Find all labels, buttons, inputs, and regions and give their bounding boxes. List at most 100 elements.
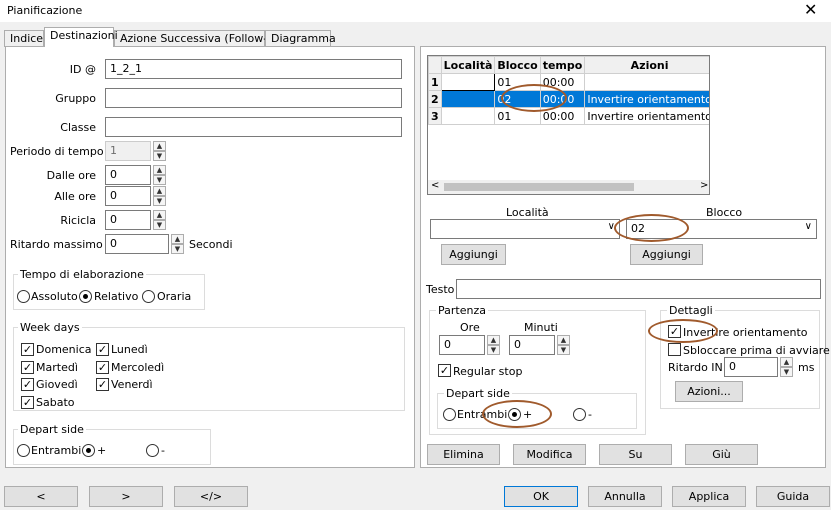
alle-input[interactable]: 0 xyxy=(105,186,151,206)
table-row[interactable]: 3 01 00:00 Invertire orientamento xyxy=(428,107,709,125)
cell-tempo[interactable]: 00:00 xyxy=(539,107,586,125)
ritardo-spinner[interactable]: ▲ ▼ xyxy=(171,234,184,254)
col-localita[interactable]: Località xyxy=(440,56,496,74)
row-header[interactable]: 1 xyxy=(428,73,442,91)
next-button[interactable]: > xyxy=(89,486,163,507)
elimina-button[interactable]: Elimina xyxy=(427,444,500,465)
alle-spinner[interactable]: ▲ ▼ xyxy=(153,186,166,206)
cell-blocco[interactable]: 02 xyxy=(494,90,541,108)
spin-up-icon[interactable]: ▲ xyxy=(557,335,570,345)
checkbox-sbloccare[interactable] xyxy=(668,343,681,356)
modifica-button[interactable]: Modifica xyxy=(513,444,586,465)
row-header[interactable]: 3 xyxy=(428,107,442,125)
radio-entrambi-right[interactable] xyxy=(443,408,456,421)
spin-down-icon[interactable]: ▼ xyxy=(153,220,166,230)
scroll-left-icon[interactable]: < xyxy=(431,180,439,191)
spin-down-icon[interactable]: ▼ xyxy=(153,175,166,185)
azioni-button[interactable]: Azioni... xyxy=(675,381,743,402)
col-tempo[interactable]: tempo xyxy=(539,56,586,74)
checkbox-giovedi[interactable]: ✓ xyxy=(21,378,34,391)
col-blocco[interactable]: Blocco xyxy=(494,56,541,74)
applica-button[interactable]: Applica xyxy=(672,486,746,507)
ricicla-spinner[interactable]: ▲ ▼ xyxy=(153,210,166,230)
cell-localita[interactable] xyxy=(440,107,496,125)
horizontal-scrollbar[interactable]: < > xyxy=(428,180,709,194)
spin-down-icon[interactable]: ▼ xyxy=(557,345,570,355)
row-header[interactable]: 2 xyxy=(428,90,442,108)
spin-up-icon[interactable]: ▲ xyxy=(780,357,793,367)
radio-plus-left[interactable] xyxy=(82,444,95,457)
checkbox-invertire[interactable]: ✓ xyxy=(668,325,681,338)
spin-up-icon[interactable]: ▲ xyxy=(171,234,184,244)
checkbox-martedi[interactable]: ✓ xyxy=(21,361,34,374)
classe-input[interactable] xyxy=(105,117,402,137)
cell-localita[interactable] xyxy=(440,90,496,108)
aggiungi-localita-button[interactable]: Aggiungi xyxy=(441,244,506,265)
checkbox-domenica[interactable]: ✓ xyxy=(21,343,34,356)
radio-minus-right[interactable] xyxy=(573,408,586,421)
blocco-combo[interactable]: 02 ∨ xyxy=(626,219,817,239)
spin-down-icon[interactable]: ▼ xyxy=(487,345,500,355)
aggiungi-blocco-button[interactable]: Aggiungi xyxy=(630,244,703,265)
guida-button[interactable]: Guida xyxy=(756,486,830,507)
id-input[interactable]: 1_2_1 xyxy=(105,59,402,79)
checkbox-sabato[interactable]: ✓ xyxy=(21,396,34,409)
ricicla-input[interactable]: 0 xyxy=(105,210,151,230)
tab-diagramma[interactable]: Diagramma xyxy=(265,30,336,47)
radio-minus-left[interactable] xyxy=(146,444,159,457)
radio-assoluto[interactable] xyxy=(17,290,30,303)
spin-up-icon[interactable]: ▲ xyxy=(487,335,500,345)
scroll-right-icon[interactable]: > xyxy=(700,180,708,191)
ok-button[interactable]: OK xyxy=(504,486,578,507)
prev-button[interactable]: < xyxy=(4,486,78,507)
localita-combo[interactable]: ∨ xyxy=(430,219,620,239)
checkbox-venerdi[interactable]: ✓ xyxy=(96,378,109,391)
gruppo-input[interactable] xyxy=(105,88,402,108)
periodo-label: Periodo di tempo xyxy=(10,145,104,158)
dalle-input[interactable]: 0 xyxy=(105,165,151,185)
giu-button[interactable]: Giù xyxy=(685,444,758,465)
checkbox-mercoledi[interactable]: ✓ xyxy=(96,361,109,374)
table-row[interactable]: 1 01 00:00 xyxy=(428,73,709,91)
su-button[interactable]: Su xyxy=(599,444,672,465)
tab-azione-successiva[interactable]: Azione Successiva (Follow-up) xyxy=(114,30,285,47)
table-row[interactable]: 2 02 00:00 Invertire orientamento xyxy=(428,90,709,108)
col-azioni[interactable]: Azioni xyxy=(584,56,709,74)
ore-spinner[interactable]: ▲ ▼ xyxy=(487,335,500,355)
minuti-input[interactable]: 0 xyxy=(509,335,555,355)
ore-input[interactable]: 0 xyxy=(439,335,485,355)
ritardo-input[interactable]: 0 xyxy=(105,234,169,254)
tab-destinazioni[interactable]: Destinazioni xyxy=(44,27,118,47)
tab-indice[interactable]: Indice xyxy=(4,30,44,47)
cell-azioni[interactable]: Invertire orientamento xyxy=(584,107,709,125)
checkbox-lunedi[interactable]: ✓ xyxy=(96,343,109,356)
scrollbar-thumb[interactable] xyxy=(444,183,634,191)
spin-up-icon[interactable]: ▲ xyxy=(153,186,166,196)
annulla-button[interactable]: Annulla xyxy=(588,486,662,507)
spin-up-icon[interactable]: ▲ xyxy=(153,165,166,175)
destinations-grid[interactable]: Località Blocco tempo Azioni 1 01 00:00 … xyxy=(427,55,710,195)
dalle-spinner[interactable]: ▲ ▼ xyxy=(153,165,166,185)
cell-blocco[interactable]: 01 xyxy=(494,107,541,125)
spin-down-icon[interactable]: ▼ xyxy=(171,244,184,254)
code-button[interactable]: </> xyxy=(174,486,248,507)
spin-down-icon[interactable]: ▼ xyxy=(153,196,166,206)
spin-up-icon[interactable]: ▲ xyxy=(153,210,166,220)
ritardo-in-spinner[interactable]: ▲ ▼ xyxy=(780,357,793,377)
checkbox-regular-stop[interactable]: ✓ xyxy=(438,364,451,377)
radio-plus-right[interactable] xyxy=(508,408,521,421)
cell-tempo[interactable]: 00:00 xyxy=(539,73,586,91)
radio-relativo[interactable] xyxy=(79,290,92,303)
cell-blocco[interactable]: 01 xyxy=(494,73,541,91)
cell-azioni[interactable]: Invertire orientamento xyxy=(584,90,709,108)
cell-localita[interactable] xyxy=(440,73,496,91)
minuti-spinner[interactable]: ▲ ▼ xyxy=(557,335,570,355)
cell-azioni[interactable] xyxy=(584,73,709,91)
testo-input[interactable] xyxy=(456,279,821,299)
spin-down-icon[interactable]: ▼ xyxy=(780,367,793,377)
cell-tempo[interactable]: 00:00 xyxy=(539,90,586,108)
radio-oraria[interactable] xyxy=(142,290,155,303)
radio-entrambi-left[interactable] xyxy=(17,444,30,457)
ritardo-in-input[interactable]: 0 xyxy=(724,357,778,377)
close-icon[interactable]: ✕ xyxy=(804,1,817,19)
